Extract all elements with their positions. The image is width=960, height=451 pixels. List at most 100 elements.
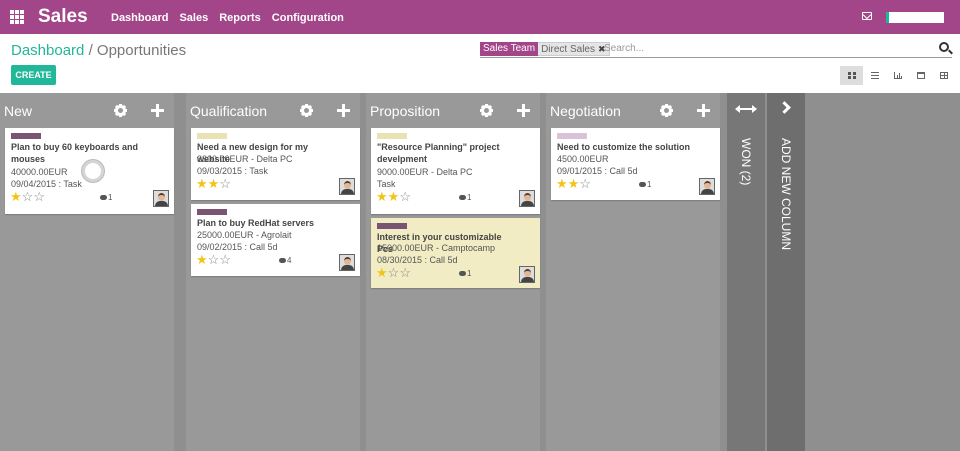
breadcrumb-dashboard[interactable]: Dashboard bbox=[11, 42, 84, 59]
folded-column-won[interactable]: WON (2) bbox=[727, 93, 765, 451]
column-settings-icon[interactable] bbox=[477, 101, 496, 120]
kanban-card[interactable]: Plan to buy 60 keyboards and mouses 4000… bbox=[5, 128, 174, 214]
list-view-button[interactable] bbox=[863, 66, 886, 85]
star-icon[interactable]: ★ bbox=[376, 265, 388, 280]
message-count-value: 1 bbox=[467, 269, 472, 278]
comment-icon bbox=[459, 195, 466, 200]
star-empty-icon[interactable]: ☆ bbox=[399, 265, 411, 280]
create-button[interactable]: CREATE bbox=[11, 65, 56, 85]
search-icon[interactable] bbox=[939, 42, 949, 52]
avatar bbox=[339, 254, 355, 271]
avatar bbox=[699, 178, 715, 195]
chevron-right-icon[interactable] bbox=[778, 101, 791, 114]
facet-label: Sales Team bbox=[480, 42, 539, 56]
expand-arrows-icon[interactable] bbox=[735, 105, 757, 113]
view-switcher bbox=[840, 66, 955, 85]
card-color-tag bbox=[197, 209, 227, 215]
card-revenue: 4500.00EUR bbox=[557, 154, 609, 164]
star-icon[interactable]: ★ bbox=[556, 176, 568, 191]
column-header: Negotiation bbox=[546, 101, 720, 121]
message-count: 4 bbox=[279, 256, 291, 266]
search-bar: Sales Team Direct Sales ✖ Search... bbox=[480, 42, 952, 58]
star-icon[interactable]: ★ bbox=[10, 189, 22, 204]
kanban-view-button[interactable] bbox=[840, 66, 863, 85]
column-title: Proposition bbox=[370, 103, 441, 119]
breadcrumb-current: Opportunities bbox=[96, 42, 187, 59]
card-title: Need to customize the solution bbox=[557, 142, 691, 152]
star-empty-icon[interactable]: ☆ bbox=[399, 189, 411, 204]
breadcrumb-separator: / bbox=[88, 42, 93, 59]
comment-icon bbox=[639, 182, 646, 187]
star-icon[interactable]: ★ bbox=[376, 189, 388, 204]
user-menu[interactable] bbox=[886, 12, 944, 23]
star-icon[interactable]: ★ bbox=[388, 189, 400, 204]
kanban-card[interactable]: Interest in your customizable Pcs 15000.… bbox=[371, 218, 540, 288]
priority-stars[interactable]: ★★☆ bbox=[556, 177, 591, 190]
kanban-card[interactable]: Need to customize the solution 4500.00EU… bbox=[551, 128, 720, 200]
star-empty-icon[interactable]: ☆ bbox=[22, 189, 34, 204]
priority-stars[interactable]: ★★☆ bbox=[196, 177, 231, 190]
messages-icon[interactable] bbox=[862, 12, 872, 20]
quick-create-icon[interactable] bbox=[337, 104, 350, 117]
card-revenue: 25000.00EUR - Agrolait bbox=[197, 230, 292, 240]
kanban-card[interactable]: Plan to buy RedHat servers 25000.00EUR -… bbox=[191, 204, 360, 276]
avatar bbox=[519, 266, 535, 283]
star-empty-icon[interactable]: ☆ bbox=[33, 189, 45, 204]
star-icon[interactable]: ★ bbox=[196, 176, 208, 191]
kanban-card[interactable]: Need a new design for my website 3800.00… bbox=[191, 128, 360, 200]
column-title: Qualification bbox=[190, 103, 268, 119]
message-count-value: 1 bbox=[647, 180, 652, 189]
menu-sales[interactable]: Sales bbox=[179, 12, 208, 24]
column-settings-icon[interactable] bbox=[657, 101, 676, 120]
star-icon[interactable]: ★ bbox=[568, 176, 580, 191]
menu-configuration[interactable]: Configuration bbox=[272, 12, 344, 24]
folded-column-label: WON (2) bbox=[739, 138, 753, 186]
kanban-card[interactable]: "Resource Planning" project develpment 9… bbox=[371, 128, 540, 214]
star-empty-icon[interactable]: ☆ bbox=[219, 252, 231, 267]
top-navbar: Sales Dashboard Sales Reports Configurat… bbox=[0, 0, 960, 34]
card-revenue: 9000.00EUR - Delta PC bbox=[377, 167, 473, 177]
apps-menu-icon[interactable] bbox=[10, 10, 24, 24]
pivot-view-button[interactable] bbox=[932, 66, 955, 85]
priority-stars[interactable]: ★★☆ bbox=[376, 190, 411, 203]
breadcrumb: Dashboard / Opportunities bbox=[11, 42, 186, 59]
message-count: 1 bbox=[639, 180, 651, 190]
avatar bbox=[519, 190, 535, 207]
message-count: 1 bbox=[459, 193, 471, 203]
star-empty-icon[interactable]: ☆ bbox=[579, 176, 591, 191]
star-icon[interactable]: ★ bbox=[196, 252, 208, 267]
add-new-column[interactable]: ADD NEW COLUMN bbox=[767, 93, 805, 451]
main-menu: Dashboard Sales Reports Configuration bbox=[111, 12, 355, 24]
pivot-view-icon bbox=[939, 72, 948, 79]
priority-stars[interactable]: ★☆☆ bbox=[376, 266, 411, 279]
search-facet: Sales Team Direct Sales ✖ bbox=[480, 42, 610, 56]
column-settings-icon[interactable] bbox=[111, 101, 130, 120]
quick-create-icon[interactable] bbox=[517, 104, 530, 117]
search-input[interactable]: Search... bbox=[604, 43, 644, 54]
quick-create-icon[interactable] bbox=[151, 104, 164, 117]
column-header: New bbox=[0, 101, 174, 121]
column-settings-icon[interactable] bbox=[297, 101, 316, 120]
menu-reports[interactable]: Reports bbox=[219, 12, 261, 24]
graph-view-button[interactable] bbox=[886, 66, 909, 85]
avatar bbox=[153, 190, 169, 207]
message-count-value: 1 bbox=[108, 193, 113, 202]
star-empty-icon[interactable]: ☆ bbox=[208, 252, 220, 267]
calendar-view-button[interactable] bbox=[909, 66, 932, 85]
menu-dashboard[interactable]: Dashboard bbox=[111, 12, 168, 24]
star-icon[interactable]: ★ bbox=[208, 176, 220, 191]
star-empty-icon[interactable]: ☆ bbox=[219, 176, 231, 191]
star-empty-icon[interactable]: ☆ bbox=[388, 265, 400, 280]
message-count-value: 1 bbox=[467, 193, 472, 202]
priority-stars[interactable]: ★☆☆ bbox=[196, 253, 231, 266]
priority-stars[interactable]: ★☆☆ bbox=[10, 190, 45, 203]
card-title: "Resource Planning" project develpment bbox=[377, 142, 500, 164]
message-count: 1 bbox=[100, 193, 112, 203]
comment-icon bbox=[459, 271, 466, 276]
quick-create-icon[interactable] bbox=[697, 104, 710, 117]
card-revenue: 3800.00EUR - Delta PC bbox=[197, 154, 293, 164]
card-title: Plan to buy RedHat servers bbox=[197, 218, 315, 228]
calendar-view-icon bbox=[916, 72, 925, 79]
comment-icon bbox=[100, 195, 107, 200]
graph-view-icon bbox=[893, 72, 902, 79]
